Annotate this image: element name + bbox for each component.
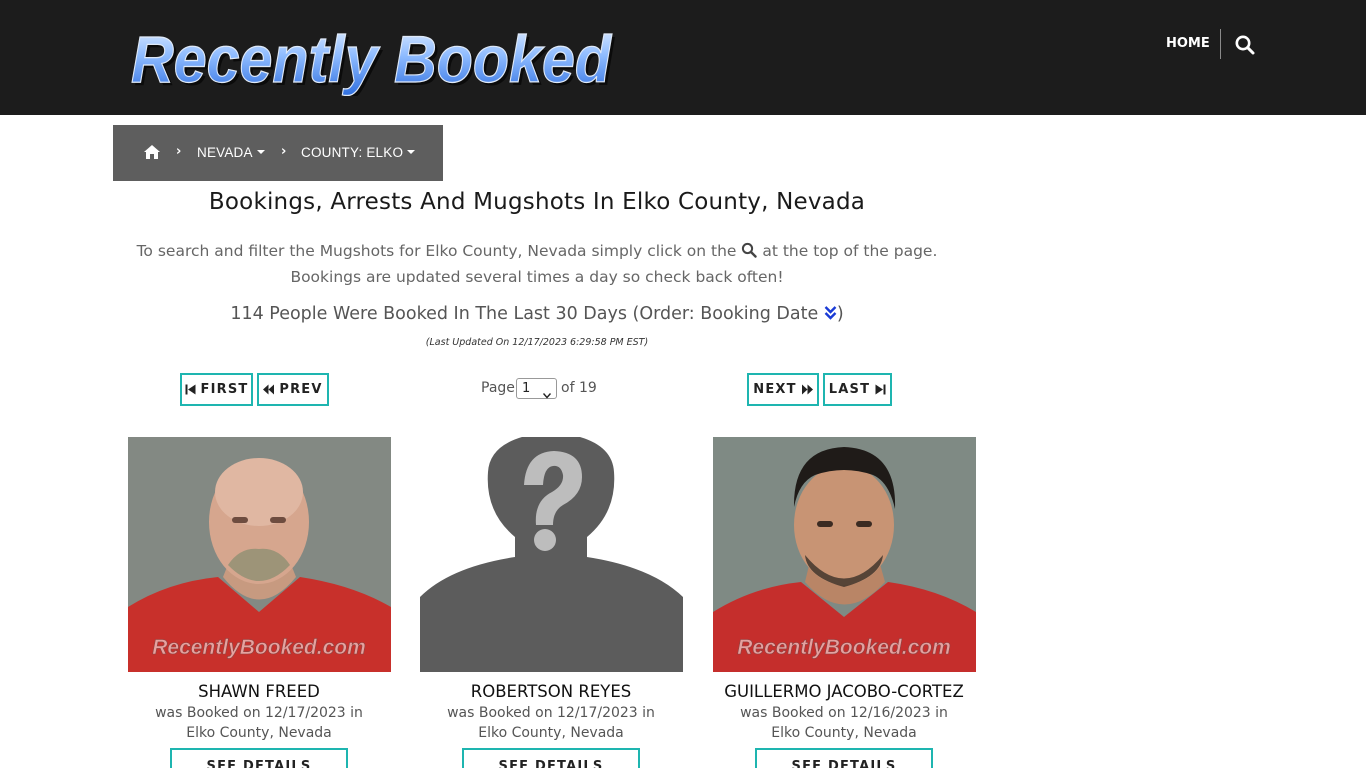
fast-forward-icon bbox=[801, 384, 813, 395]
booking-info: was Booked on 12/17/2023 in Elko County, … bbox=[401, 703, 701, 743]
inmate-name[interactable]: GUILLERMO JACOBO-CORTEZ bbox=[694, 682, 994, 701]
breadcrumb-separator: › bbox=[176, 144, 182, 159]
skip-last-icon bbox=[875, 384, 886, 395]
last-updated: (Last Updated On 12/17/2023 6:29:58 PM E… bbox=[425, 337, 649, 348]
breadcrumb-county-label: COUNTY: ELKO bbox=[301, 145, 404, 160]
search-icon bbox=[741, 240, 758, 258]
caret-down-icon bbox=[407, 150, 416, 155]
see-details-button[interactable]: SEE DETAILS bbox=[755, 748, 933, 768]
see-details-button[interactable]: SEE DETAILS bbox=[170, 748, 348, 768]
watermark-text: RecentlyBooked.com bbox=[152, 636, 366, 659]
mugshot-placeholder[interactable] bbox=[420, 437, 683, 672]
next-page-button[interactable]: NEXT bbox=[747, 373, 819, 406]
double-chevron-down-icon[interactable] bbox=[824, 305, 837, 321]
inmate-name[interactable]: ROBERTSON REYES bbox=[401, 682, 701, 701]
booking-count-close: ) bbox=[836, 304, 844, 324]
last-page-label: LAST bbox=[828, 382, 871, 397]
breadcrumb-county-dropdown[interactable]: COUNTY: ELKO bbox=[301, 145, 416, 160]
logo-text: Recently Booked bbox=[131, 22, 613, 96]
booking-info: was Booked on 12/16/2023 in Elko County, … bbox=[694, 703, 994, 743]
see-details-button[interactable]: SEE DETAILS bbox=[462, 748, 640, 768]
search-icon[interactable] bbox=[1234, 34, 1256, 56]
chevron-down-icon bbox=[542, 386, 552, 399]
caret-down-icon bbox=[256, 150, 265, 155]
next-page-label: NEXT bbox=[753, 382, 797, 397]
booking-date-line: was Booked on 12/17/2023 in bbox=[155, 705, 363, 721]
intro-text-before: To search and filter the Mugshots for El… bbox=[136, 242, 737, 260]
breadcrumb: › NEVADA › COUNTY: ELKO bbox=[113, 125, 443, 181]
last-page-button[interactable]: LAST bbox=[823, 373, 892, 406]
rewind-icon bbox=[263, 384, 275, 395]
booking-location: Elko County, Nevada bbox=[186, 725, 332, 741]
prev-page-label: PREV bbox=[279, 382, 323, 397]
page-total-label: of 19 bbox=[561, 380, 597, 396]
booking-date-line: was Booked on 12/16/2023 in bbox=[740, 705, 948, 721]
inmate-name[interactable]: SHAWN FREED bbox=[109, 682, 409, 701]
booking-location: Elko County, Nevada bbox=[771, 725, 917, 741]
page-title: Bookings, Arrests And Mugshots In Elko C… bbox=[208, 189, 866, 215]
page-select[interactable]: 1 bbox=[516, 378, 557, 399]
skip-first-icon bbox=[185, 384, 196, 395]
watermark-text: RecentlyBooked.com bbox=[737, 636, 951, 659]
prev-page-button[interactable]: PREV bbox=[257, 373, 329, 406]
breadcrumb-state-dropdown[interactable]: NEVADA bbox=[197, 145, 265, 160]
intro-text: To search and filter the Mugshots for El… bbox=[113, 238, 961, 290]
booking-count: 114 People Were Booked In The Last 30 Da… bbox=[113, 304, 961, 324]
site-logo[interactable]: Recently Booked Recently Booked bbox=[125, 16, 620, 96]
first-page-label: FIRST bbox=[200, 382, 249, 397]
nav-home-link[interactable]: HOME bbox=[1166, 36, 1210, 51]
site-header: Recently Booked Recently Booked HOME bbox=[0, 0, 1366, 115]
booking-date-line: was Booked on 12/17/2023 in bbox=[447, 705, 655, 721]
booking-location: Elko County, Nevada bbox=[478, 725, 624, 741]
first-page-button[interactable]: FIRST bbox=[180, 373, 253, 406]
home-icon[interactable] bbox=[143, 144, 161, 160]
page-select-value: 1 bbox=[522, 381, 531, 396]
mugshot-photo[interactable]: RecentlyBooked.com bbox=[713, 437, 976, 672]
booking-info: was Booked on 12/17/2023 in Elko County, … bbox=[109, 703, 409, 743]
breadcrumb-state-label: NEVADA bbox=[197, 145, 253, 160]
mugshot-photo[interactable]: RecentlyBooked.com bbox=[128, 437, 391, 672]
booking-count-text: 114 People Were Booked In The Last 30 Da… bbox=[230, 304, 819, 324]
nav-divider bbox=[1220, 29, 1221, 59]
page-label: Page bbox=[481, 380, 515, 396]
breadcrumb-separator: › bbox=[281, 144, 287, 159]
